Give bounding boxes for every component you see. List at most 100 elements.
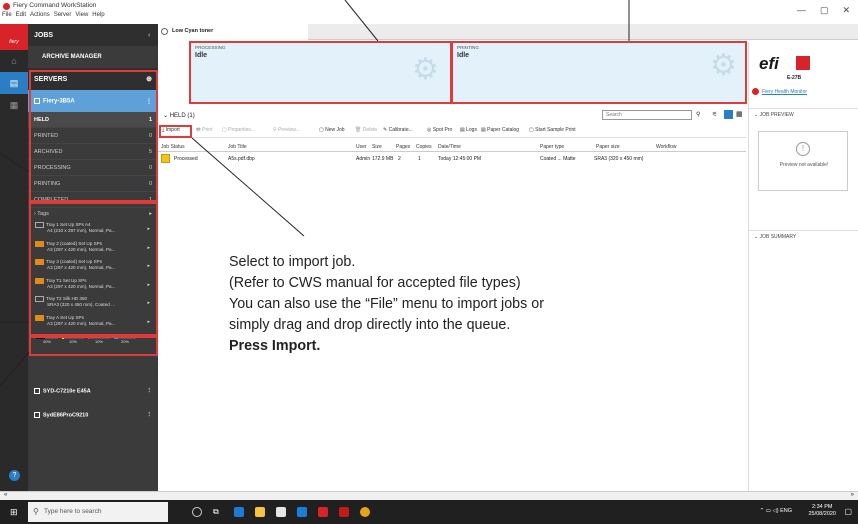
notifications-icon[interactable]: ▢ (844, 507, 852, 516)
fiery-taskbar-icon[interactable] (318, 507, 328, 517)
job-copies: 1 (418, 156, 421, 162)
collapse-icon[interactable]: ◐ (148, 32, 152, 39)
start-sample-label: Start Sample Print (535, 127, 576, 133)
preview-message: Preview not available! (779, 162, 829, 168)
search-input[interactable] (602, 110, 692, 120)
start-sample-print-button[interactable]: ▢ Start Sample Print (529, 127, 576, 133)
server-expand-icon[interactable] (34, 411, 40, 418)
col-job-status[interactable]: Job Status (161, 144, 185, 150)
spot-pro-label: Spot Pro (432, 127, 453, 133)
archive-manager-item[interactable]: ARCHIVE MANAGER (28, 46, 158, 68)
queue-title[interactable]: ⌄ HELD (1) (163, 112, 195, 119)
job-preview-label: JOB PREVIEW (759, 112, 794, 118)
close-button[interactable]: ✕ (842, 5, 850, 16)
edge-icon[interactable] (234, 507, 244, 517)
server-syd-c7210e[interactable]: SYD-C7210e E45A ⋮ (28, 379, 158, 403)
instruction-emphasis: Press Import. (229, 338, 321, 354)
app-title: Fiery Command WorkStation (13, 2, 97, 9)
taskbar-clock[interactable]: 2:34 PM 25/08/2020 (808, 504, 836, 518)
server-more-icon[interactable]: ⋮ (147, 412, 153, 418)
acrobat-icon[interactable] (339, 507, 349, 517)
volume-icon[interactable]: ◁) (772, 508, 778, 514)
col-workflow[interactable]: Workflow (656, 144, 676, 150)
list-view-icon[interactable] (724, 110, 733, 119)
help-icon[interactable]: ? (9, 470, 20, 481)
chrome-icon[interactable] (360, 507, 370, 517)
table-row[interactable]: Processed A5s.pdf.dbp Admin 172.9 MB 2 1… (158, 153, 746, 165)
col-user[interactable]: User (356, 144, 367, 150)
fiery-logo (796, 56, 810, 70)
col-job-title[interactable]: Job Title (228, 144, 247, 150)
spot-pro-button[interactable]: ◎ Spot Pro (427, 127, 452, 133)
clock-icon (161, 28, 168, 35)
store-icon[interactable] (276, 507, 286, 517)
calibrate-button[interactable]: ✎ Calibrate... (383, 127, 413, 133)
job-preview-header[interactable]: ⌄ JOB PREVIEW (749, 108, 858, 118)
filter-icon[interactable]: ⚟ (712, 111, 717, 118)
new-job-button[interactable]: ▢ New Job (319, 127, 345, 133)
menu-edit[interactable]: Edit (16, 12, 26, 18)
language-indicator[interactable]: ENG (780, 508, 792, 514)
maximize-button[interactable]: ▢ (820, 5, 829, 16)
paper-catalog-button[interactable]: ▤ Paper Catalog (481, 127, 519, 133)
properties-label: Properties... (228, 127, 256, 133)
task-view-icon[interactable]: ⧉ (213, 507, 223, 517)
menu-file[interactable]: File (2, 12, 12, 18)
windows-start-icon[interactable]: ⊞ (10, 507, 20, 517)
file-explorer-icon[interactable] (255, 507, 265, 517)
document-icon (161, 154, 170, 163)
menu-server[interactable]: Server (54, 12, 72, 18)
server-syde86proc9210[interactable]: SydE86ProC9210 ⋮ (28, 403, 158, 427)
server-expand-icon[interactable] (34, 387, 40, 394)
print-button[interactable]: 🖶 Print (196, 127, 212, 135)
instruction-line: (Refer to CWS manual for accepted file t… (229, 275, 521, 291)
icon-rail: fiery ⌂ ▤ ▦ ? (0, 24, 28, 491)
chevron-up-icon[interactable]: ⌃ (760, 508, 765, 514)
mail-icon[interactable] (297, 507, 307, 517)
queue-title-label: HELD (1) (169, 113, 195, 119)
menu-help[interactable]: Help (92, 12, 104, 18)
job-summary-header[interactable]: ⌄ JOB SUMMARY (749, 230, 858, 240)
grid-view-icon[interactable]: ▦ (736, 110, 743, 118)
import-highlight (159, 125, 192, 138)
menu-view[interactable]: View (75, 12, 88, 18)
col-size[interactable]: Size (372, 144, 382, 150)
menu-actions[interactable]: Actions (30, 12, 50, 18)
health-monitor-link[interactable]: Fiery Health Monitor (762, 89, 807, 95)
delete-button[interactable]: 🗑 Delete (355, 127, 377, 133)
queue-header: ⌄ HELD (1) ⚲ ⚟ ▦ (158, 110, 746, 122)
right-panel: efi E-27B Fiery Health Monitor ⌄ JOB PRE… (748, 42, 858, 491)
jobs-icon[interactable]: ▤ (0, 72, 28, 94)
taskbar-search[interactable]: ⚲ Type here to search (28, 502, 168, 522)
calibrate-label: Calibrate... (388, 127, 413, 133)
preview-button[interactable]: ⚲ Preview... (273, 127, 300, 133)
job-size: 172.9 MB (372, 156, 394, 162)
col-date-time[interactable]: Date/Time (438, 144, 461, 150)
col-copies[interactable]: Copies (416, 144, 432, 150)
network-icon[interactable]: ▭ (766, 508, 771, 514)
col-pages[interactable]: Pages (396, 144, 410, 150)
collapse-left-button[interactable]: « (4, 492, 7, 498)
col-paper-type[interactable]: Paper type (540, 144, 564, 150)
properties-button[interactable]: ▢ Properties... (222, 127, 255, 133)
status-bar: « » (0, 491, 858, 500)
tab-label: Low Cyan toner (172, 28, 214, 34)
search-icon[interactable]: ⚲ (696, 111, 700, 118)
jobs-title: JOBS (34, 31, 54, 39)
tab-low-cyan-toner[interactable]: Low Cyan toner (158, 24, 308, 40)
clock-time: 2:34 PM (811, 504, 833, 510)
home-icon[interactable]: ⌂ (0, 50, 28, 72)
print-label: Print (202, 127, 213, 133)
minimize-button[interactable]: — (797, 5, 806, 16)
server-more-icon[interactable]: ⋮ (147, 388, 153, 394)
instruction-line: Select to import job. (229, 254, 356, 270)
delete-label: Delete (362, 127, 378, 133)
logs-label: Logs (466, 127, 477, 133)
cortana-icon[interactable] (192, 507, 202, 517)
collapse-right-button[interactable]: » (851, 492, 854, 498)
job-summary-label: JOB SUMMARY (759, 234, 797, 240)
col-paper-size[interactable]: Paper size (596, 144, 620, 150)
job-status: Processed (174, 156, 198, 162)
logs-button[interactable]: ▤ Logs (460, 127, 477, 133)
apps-grid-icon[interactable]: ▦ (0, 94, 28, 116)
